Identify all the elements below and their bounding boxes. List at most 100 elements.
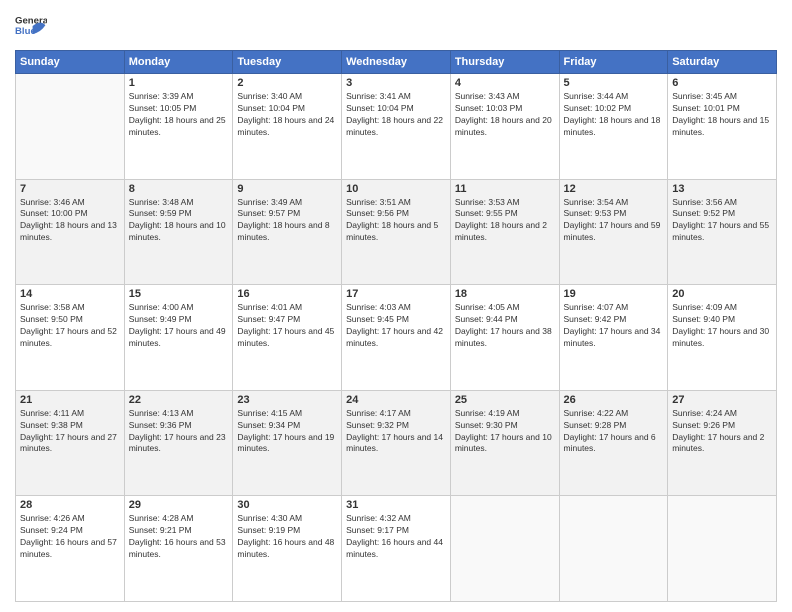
calendar-cell: 17 Sunrise: 4:03 AMSunset: 9:45 PMDaylig…: [342, 285, 451, 391]
calendar-cell: 25 Sunrise: 4:19 AMSunset: 9:30 PMDaylig…: [450, 390, 559, 496]
day-info: Sunrise: 3:54 AMSunset: 9:53 PMDaylight:…: [564, 197, 664, 245]
day-number: 18: [455, 288, 555, 300]
calendar-week-3: 14 Sunrise: 3:58 AMSunset: 9:50 PMDaylig…: [16, 285, 777, 391]
logo-svg: General Blue: [15, 10, 47, 42]
day-number: 5: [564, 77, 664, 89]
day-number: 30: [237, 499, 337, 511]
day-info: Sunrise: 4:19 AMSunset: 9:30 PMDaylight:…: [455, 408, 555, 456]
calendar-week-5: 28 Sunrise: 4:26 AMSunset: 9:24 PMDaylig…: [16, 496, 777, 602]
calendar-cell: 10 Sunrise: 3:51 AMSunset: 9:56 PMDaylig…: [342, 179, 451, 285]
day-number: 23: [237, 394, 337, 406]
col-sunday: Sunday: [16, 51, 125, 74]
calendar-cell: 23 Sunrise: 4:15 AMSunset: 9:34 PMDaylig…: [233, 390, 342, 496]
day-number: 24: [346, 394, 446, 406]
day-info: Sunrise: 3:56 AMSunset: 9:52 PMDaylight:…: [672, 197, 772, 245]
day-info: Sunrise: 3:49 AMSunset: 9:57 PMDaylight:…: [237, 197, 337, 245]
day-number: 21: [20, 394, 120, 406]
day-info: Sunrise: 4:03 AMSunset: 9:45 PMDaylight:…: [346, 302, 446, 350]
calendar-cell: 8 Sunrise: 3:48 AMSunset: 9:59 PMDayligh…: [124, 179, 233, 285]
day-info: Sunrise: 3:46 AMSunset: 10:00 PMDaylight…: [20, 197, 120, 245]
calendar-cell: 13 Sunrise: 3:56 AMSunset: 9:52 PMDaylig…: [668, 179, 777, 285]
col-thursday: Thursday: [450, 51, 559, 74]
calendar-cell: 20 Sunrise: 4:09 AMSunset: 9:40 PMDaylig…: [668, 285, 777, 391]
day-info: Sunrise: 3:51 AMSunset: 9:56 PMDaylight:…: [346, 197, 446, 245]
day-number: 13: [672, 183, 772, 195]
day-number: 31: [346, 499, 446, 511]
day-info: Sunrise: 3:58 AMSunset: 9:50 PMDaylight:…: [20, 302, 120, 350]
day-number: 8: [129, 183, 229, 195]
calendar-cell: 7 Sunrise: 3:46 AMSunset: 10:00 PMDaylig…: [16, 179, 125, 285]
calendar-cell: 6 Sunrise: 3:45 AMSunset: 10:01 PMDaylig…: [668, 74, 777, 180]
calendar-cell: 26 Sunrise: 4:22 AMSunset: 9:28 PMDaylig…: [559, 390, 668, 496]
day-info: Sunrise: 4:05 AMSunset: 9:44 PMDaylight:…: [455, 302, 555, 350]
header: General Blue: [15, 10, 777, 42]
day-info: Sunrise: 4:07 AMSunset: 9:42 PMDaylight:…: [564, 302, 664, 350]
calendar-cell: 29 Sunrise: 4:28 AMSunset: 9:21 PMDaylig…: [124, 496, 233, 602]
day-number: 19: [564, 288, 664, 300]
day-number: 4: [455, 77, 555, 89]
day-info: Sunrise: 3:39 AMSunset: 10:05 PMDaylight…: [129, 91, 229, 139]
day-info: Sunrise: 3:48 AMSunset: 9:59 PMDaylight:…: [129, 197, 229, 245]
day-info: Sunrise: 3:40 AMSunset: 10:04 PMDaylight…: [237, 91, 337, 139]
calendar-cell: 2 Sunrise: 3:40 AMSunset: 10:04 PMDaylig…: [233, 74, 342, 180]
day-number: 25: [455, 394, 555, 406]
day-info: Sunrise: 4:09 AMSunset: 9:40 PMDaylight:…: [672, 302, 772, 350]
day-number: 15: [129, 288, 229, 300]
calendar-cell: 11 Sunrise: 3:53 AMSunset: 9:55 PMDaylig…: [450, 179, 559, 285]
calendar-week-4: 21 Sunrise: 4:11 AMSunset: 9:38 PMDaylig…: [16, 390, 777, 496]
calendar-cell: 12 Sunrise: 3:54 AMSunset: 9:53 PMDaylig…: [559, 179, 668, 285]
day-info: Sunrise: 4:30 AMSunset: 9:19 PMDaylight:…: [237, 513, 337, 561]
calendar-cell: [450, 496, 559, 602]
calendar-cell: 5 Sunrise: 3:44 AMSunset: 10:02 PMDaylig…: [559, 74, 668, 180]
day-number: 27: [672, 394, 772, 406]
col-friday: Friday: [559, 51, 668, 74]
day-info: Sunrise: 3:44 AMSunset: 10:02 PMDaylight…: [564, 91, 664, 139]
calendar-cell: 14 Sunrise: 3:58 AMSunset: 9:50 PMDaylig…: [16, 285, 125, 391]
calendar-cell: 30 Sunrise: 4:30 AMSunset: 9:19 PMDaylig…: [233, 496, 342, 602]
calendar-cell: [16, 74, 125, 180]
calendar-page: General Blue Sunday Monday Tuesday Wedne…: [0, 0, 792, 612]
day-number: 16: [237, 288, 337, 300]
day-number: 22: [129, 394, 229, 406]
day-info: Sunrise: 4:17 AMSunset: 9:32 PMDaylight:…: [346, 408, 446, 456]
day-number: 17: [346, 288, 446, 300]
calendar-cell: 31 Sunrise: 4:32 AMSunset: 9:17 PMDaylig…: [342, 496, 451, 602]
col-monday: Monday: [124, 51, 233, 74]
day-number: 12: [564, 183, 664, 195]
day-info: Sunrise: 4:01 AMSunset: 9:47 PMDaylight:…: [237, 302, 337, 350]
day-info: Sunrise: 4:15 AMSunset: 9:34 PMDaylight:…: [237, 408, 337, 456]
day-number: 29: [129, 499, 229, 511]
day-info: Sunrise: 4:00 AMSunset: 9:49 PMDaylight:…: [129, 302, 229, 350]
day-info: Sunrise: 3:43 AMSunset: 10:03 PMDaylight…: [455, 91, 555, 139]
day-info: Sunrise: 3:53 AMSunset: 9:55 PMDaylight:…: [455, 197, 555, 245]
day-info: Sunrise: 4:11 AMSunset: 9:38 PMDaylight:…: [20, 408, 120, 456]
day-info: Sunrise: 3:41 AMSunset: 10:04 PMDaylight…: [346, 91, 446, 139]
svg-text:Blue: Blue: [15, 26, 36, 37]
calendar-cell: 21 Sunrise: 4:11 AMSunset: 9:38 PMDaylig…: [16, 390, 125, 496]
logo: General Blue: [15, 10, 47, 42]
calendar-cell: 9 Sunrise: 3:49 AMSunset: 9:57 PMDayligh…: [233, 179, 342, 285]
calendar-header-row: Sunday Monday Tuesday Wednesday Thursday…: [16, 51, 777, 74]
calendar-cell: [559, 496, 668, 602]
day-number: 6: [672, 77, 772, 89]
day-info: Sunrise: 4:26 AMSunset: 9:24 PMDaylight:…: [20, 513, 120, 561]
day-info: Sunrise: 3:45 AMSunset: 10:01 PMDaylight…: [672, 91, 772, 139]
day-number: 9: [237, 183, 337, 195]
calendar-cell: 24 Sunrise: 4:17 AMSunset: 9:32 PMDaylig…: [342, 390, 451, 496]
calendar-cell: 3 Sunrise: 3:41 AMSunset: 10:04 PMDaylig…: [342, 74, 451, 180]
day-info: Sunrise: 4:22 AMSunset: 9:28 PMDaylight:…: [564, 408, 664, 456]
calendar-cell: 16 Sunrise: 4:01 AMSunset: 9:47 PMDaylig…: [233, 285, 342, 391]
calendar-cell: 15 Sunrise: 4:00 AMSunset: 9:49 PMDaylig…: [124, 285, 233, 391]
calendar-cell: 1 Sunrise: 3:39 AMSunset: 10:05 PMDaylig…: [124, 74, 233, 180]
day-number: 1: [129, 77, 229, 89]
calendar-week-2: 7 Sunrise: 3:46 AMSunset: 10:00 PMDaylig…: [16, 179, 777, 285]
day-number: 20: [672, 288, 772, 300]
col-wednesday: Wednesday: [342, 51, 451, 74]
day-info: Sunrise: 4:24 AMSunset: 9:26 PMDaylight:…: [672, 408, 772, 456]
day-info: Sunrise: 4:32 AMSunset: 9:17 PMDaylight:…: [346, 513, 446, 561]
calendar-table: Sunday Monday Tuesday Wednesday Thursday…: [15, 50, 777, 602]
col-tuesday: Tuesday: [233, 51, 342, 74]
day-number: 14: [20, 288, 120, 300]
day-number: 26: [564, 394, 664, 406]
calendar-cell: 4 Sunrise: 3:43 AMSunset: 10:03 PMDaylig…: [450, 74, 559, 180]
